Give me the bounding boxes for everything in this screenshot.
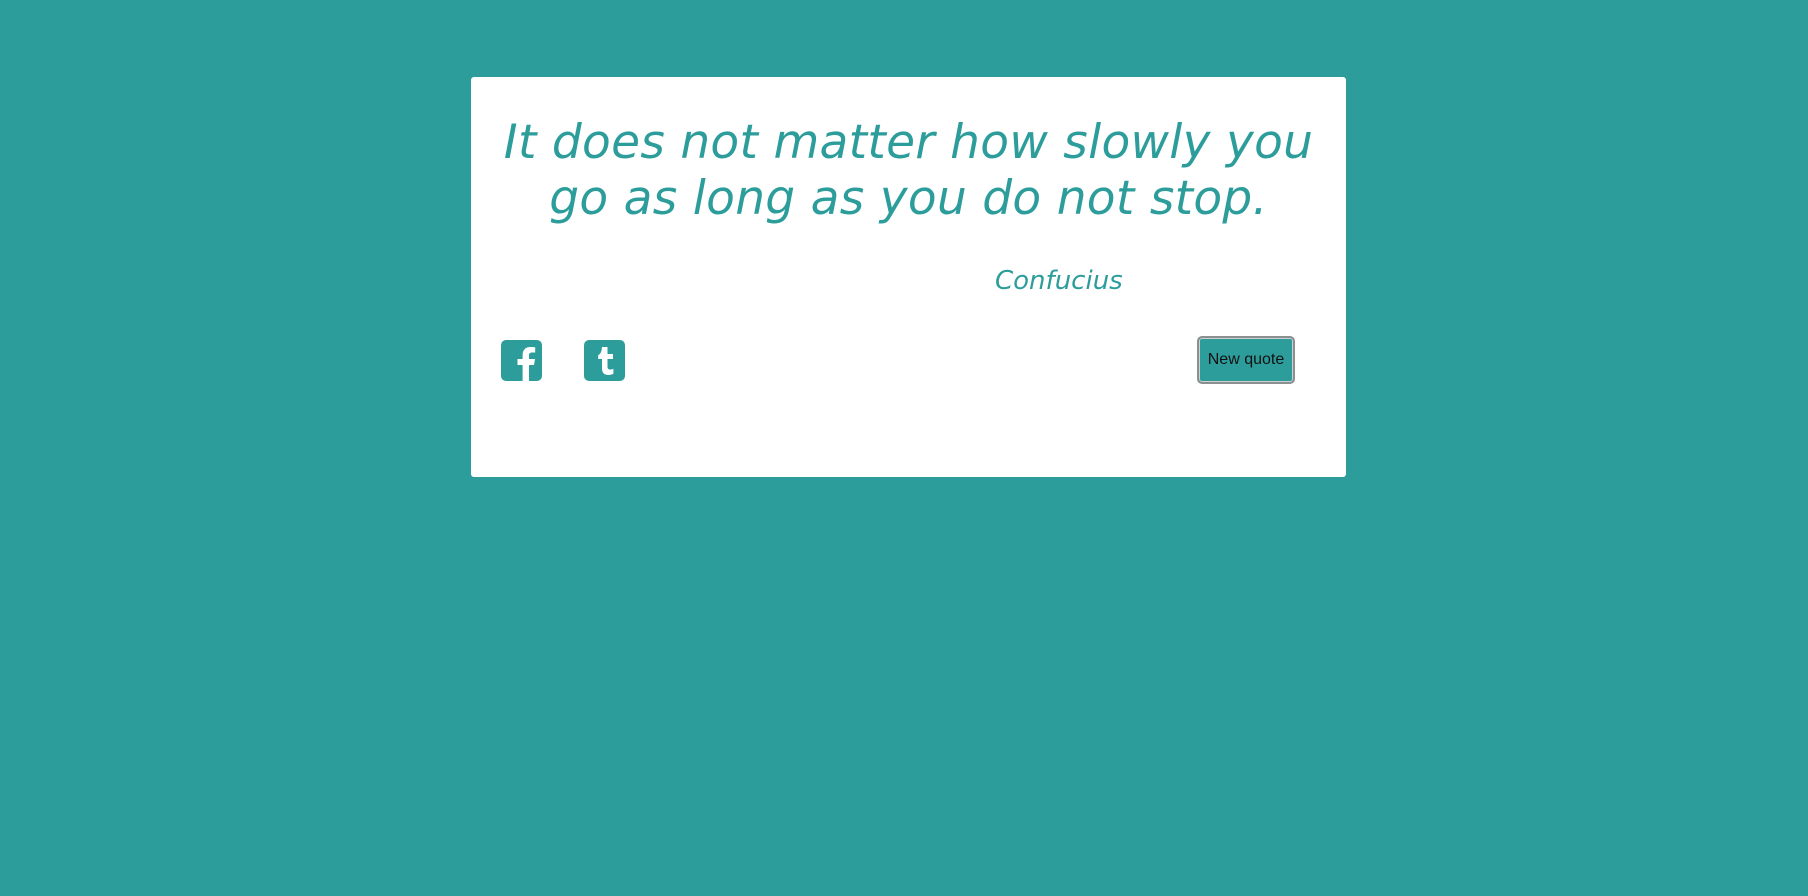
tumblr-icon (598, 347, 614, 375)
quote-box: It does not matter how slowly you go as … (471, 77, 1346, 477)
quote-text: It does not matter how slowly you go as … (503, 115, 1314, 226)
quote-author: Confucius (995, 266, 1123, 296)
facebook-icon (517, 347, 536, 381)
tumblr-share-button[interactable] (584, 340, 625, 381)
new-quote-button[interactable]: New quote (1197, 336, 1295, 384)
facebook-share-button[interactable] (501, 340, 542, 381)
